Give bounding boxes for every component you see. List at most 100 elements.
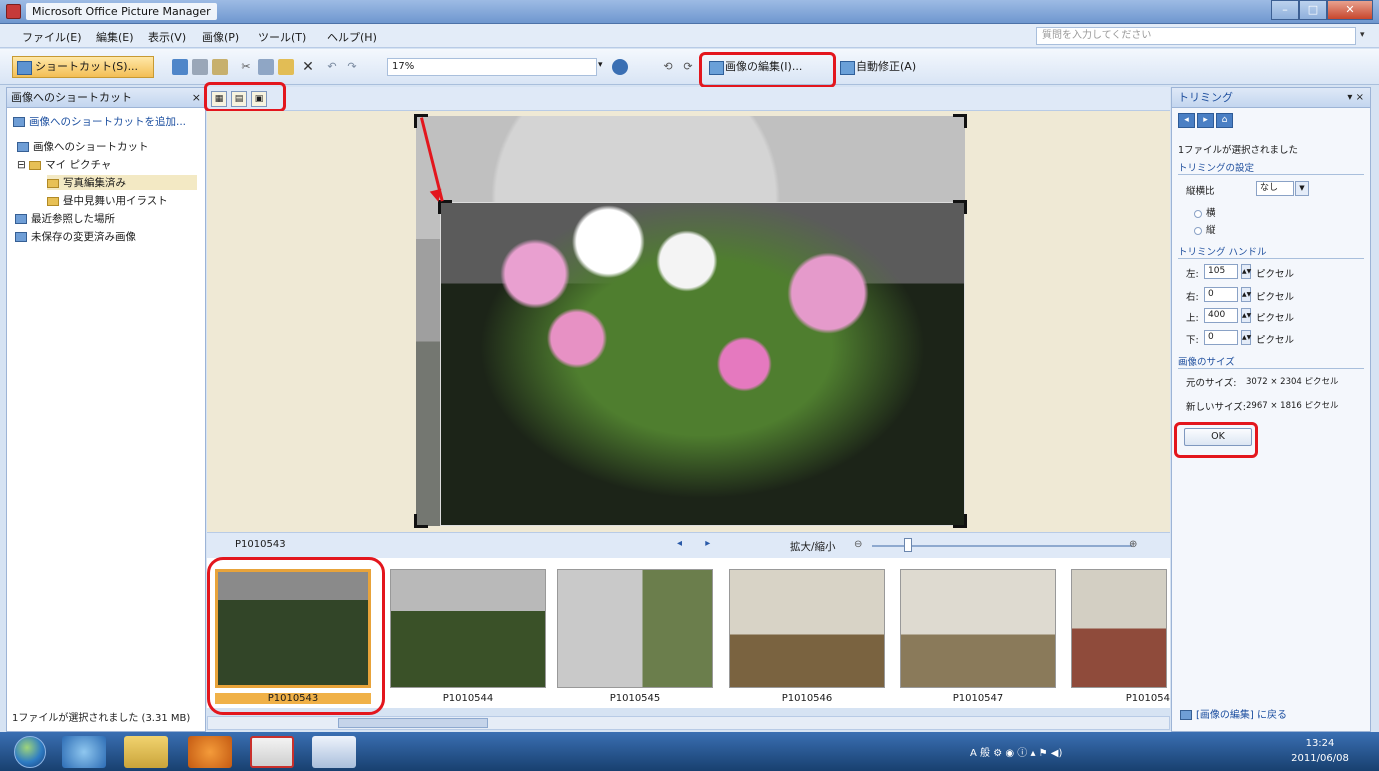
- delete-icon[interactable]: ✕: [300, 59, 316, 75]
- menu-file[interactable]: ファイル(E): [22, 29, 82, 45]
- right-input[interactable]: 0: [1204, 287, 1238, 302]
- right-spinner-icon[interactable]: ▲▼: [1241, 287, 1251, 302]
- crop-handle-inner-top-left[interactable]: [438, 200, 452, 214]
- prev-next-buttons[interactable]: ◂ ▸: [677, 538, 720, 549]
- original-size-value: 3072 × 2304 ピクセル: [1246, 377, 1339, 387]
- home-icon[interactable]: ⌂: [1216, 113, 1233, 128]
- aspect-dropdown-icon[interactable]: ▼: [1295, 181, 1309, 196]
- tree-item-edited-photos[interactable]: 写真編集済み: [47, 175, 197, 190]
- aspect-ratio-select[interactable]: なし: [1256, 181, 1294, 196]
- zoom-out-icon[interactable]: ⊖: [854, 539, 862, 550]
- thumbnail-p1010544[interactable]: [390, 569, 546, 688]
- thumbnail-label: P1010544: [442, 693, 494, 704]
- right-unit: ピクセル: [1256, 292, 1295, 303]
- menu-edit[interactable]: 編集(E): [96, 29, 134, 45]
- cut-icon[interactable]: ✂: [238, 59, 254, 75]
- window-controls: – □ ✕: [1271, 0, 1373, 20]
- picture-manager-icon[interactable]: [312, 736, 356, 768]
- media-player-icon[interactable]: [188, 736, 232, 768]
- tree-item-recent[interactable]: 最近参照した場所: [15, 211, 115, 226]
- paint-icon[interactable]: [250, 736, 294, 768]
- rotate-left-icon[interactable]: ⟲: [660, 59, 676, 75]
- thumbnail-p1010546[interactable]: [729, 569, 885, 688]
- highlight-selected-thumbnail: [207, 557, 385, 715]
- left-input[interactable]: 105: [1204, 264, 1238, 279]
- highlight-view-buttons: [204, 82, 286, 112]
- help-dropdown-icon[interactable]: ▾: [1360, 30, 1365, 40]
- help-search-input[interactable]: 質問を入力してください: [1036, 27, 1356, 45]
- maximize-button[interactable]: □: [1299, 0, 1327, 20]
- crop-handle-bottom-right[interactable]: [953, 514, 967, 528]
- auto-correct-button[interactable]: 自動修正(A): [836, 57, 926, 79]
- crop-handle-inner-top-right[interactable]: [953, 200, 967, 214]
- print-icon[interactable]: [192, 59, 208, 75]
- shortcut-icon: [17, 142, 29, 152]
- top-spinner-icon[interactable]: ▲▼: [1241, 308, 1251, 323]
- recent-icon: [15, 214, 27, 224]
- tray-icons[interactable]: ⚙ ◉ ⓘ ▴ ⚑ ◀): [993, 748, 1062, 759]
- right-label: 右:: [1186, 292, 1199, 303]
- zoom-slider-thumb[interactable]: [904, 538, 913, 552]
- crop-region[interactable]: [440, 202, 965, 526]
- shortcut-button[interactable]: ショートカット(S)...: [12, 56, 154, 78]
- undo-icon[interactable]: ↶: [324, 59, 340, 75]
- crop-handles-header: トリミング ハンドル: [1178, 244, 1364, 259]
- clock-time: 13:24: [1305, 738, 1335, 749]
- crop-handle-top-right[interactable]: [953, 114, 967, 128]
- thumbnail-label: P1010547: [952, 693, 1004, 704]
- close-pane-icon[interactable]: ×: [192, 88, 201, 107]
- menu-picture[interactable]: 画像(P): [202, 29, 239, 45]
- tree-item-illustrations[interactable]: 昼中見舞い用イラスト: [47, 193, 168, 208]
- expand-minus-icon[interactable]: ⊟: [17, 159, 29, 171]
- orientation-portrait[interactable]: 縦: [1194, 222, 1216, 236]
- crop-pane-title: トリミング: [1178, 91, 1233, 104]
- thumbnail-p1010547[interactable]: [900, 569, 1056, 688]
- forward-icon[interactable]: ▸: [1197, 113, 1214, 128]
- new-size-label: 新しいサイズ:: [1186, 402, 1246, 413]
- close-button[interactable]: ✕: [1327, 0, 1373, 20]
- main-photo[interactable]: [416, 116, 965, 526]
- highlight-edit-image: [699, 52, 836, 88]
- start-button[interactable]: [14, 736, 46, 768]
- redo-icon[interactable]: ↷: [344, 59, 360, 75]
- bottom-input[interactable]: 0: [1204, 330, 1238, 345]
- tree-item-my-pictures[interactable]: ⊟ マイ ピクチャ: [17, 157, 111, 172]
- orientation-landscape[interactable]: 横: [1194, 205, 1216, 219]
- explorer-folder-icon[interactable]: [124, 736, 168, 768]
- copy-icon[interactable]: [258, 59, 274, 75]
- bottom-unit: ピクセル: [1256, 335, 1295, 346]
- system-tray[interactable]: A 般 ⚙ ◉ ⓘ ▴ ⚑ ◀): [970, 744, 1062, 759]
- left-spinner-icon[interactable]: ▲▼: [1241, 264, 1251, 279]
- tree-item-shortcuts[interactable]: 画像へのショートカット: [17, 139, 149, 154]
- menu-view[interactable]: 表示(V): [148, 29, 186, 45]
- minimize-button[interactable]: –: [1271, 0, 1299, 20]
- paste-icon[interactable]: [278, 59, 294, 75]
- thumbnail-p101054x[interactable]: [1071, 569, 1167, 688]
- radio-icon: [1194, 209, 1202, 218]
- thumbnail-p1010545[interactable]: [557, 569, 713, 688]
- bottom-spinner-icon[interactable]: ▲▼: [1241, 330, 1251, 345]
- menu-tools[interactable]: ツール(T): [258, 29, 306, 45]
- taskbar: A 般 ⚙ ◉ ⓘ ▴ ⚑ ◀) 13:24 2011/06/08: [0, 732, 1379, 771]
- tray-ime-text[interactable]: A 般: [970, 748, 990, 759]
- pane-menu-close-icons[interactable]: ▾ ×: [1347, 88, 1364, 107]
- tree-item-unsaved[interactable]: 未保存の変更済み画像: [15, 229, 136, 244]
- clock[interactable]: 13:24 2011/06/08: [1290, 736, 1350, 766]
- zoom-dropdown-icon[interactable]: ▾: [598, 60, 603, 70]
- add-shortcut-link[interactable]: 画像へのショートカットを追加...: [13, 114, 186, 129]
- selection-info: 1ファイルが選択されました: [1178, 145, 1299, 156]
- zoom-in-icon[interactable]: ⊕: [1129, 539, 1137, 550]
- back-to-edit-link[interactable]: [画像の編集] に戻る: [1180, 706, 1287, 721]
- save-icon[interactable]: [172, 59, 188, 75]
- rotate-right-icon[interactable]: ⟳: [680, 59, 696, 75]
- internet-explorer-icon[interactable]: [62, 736, 106, 768]
- zoom-select[interactable]: 17%: [387, 58, 597, 76]
- top-input[interactable]: 400: [1204, 308, 1238, 323]
- filmstrip-scrollbar[interactable]: [207, 716, 1170, 730]
- menu-help[interactable]: ヘルプ(H): [327, 29, 377, 45]
- mail-icon[interactable]: [212, 59, 228, 75]
- scrollbar-thumb[interactable]: [338, 718, 488, 728]
- zoom-fit-icon[interactable]: [612, 59, 628, 75]
- crop-handle-bottom-left[interactable]: [414, 514, 428, 528]
- back-icon[interactable]: ◂: [1178, 113, 1195, 128]
